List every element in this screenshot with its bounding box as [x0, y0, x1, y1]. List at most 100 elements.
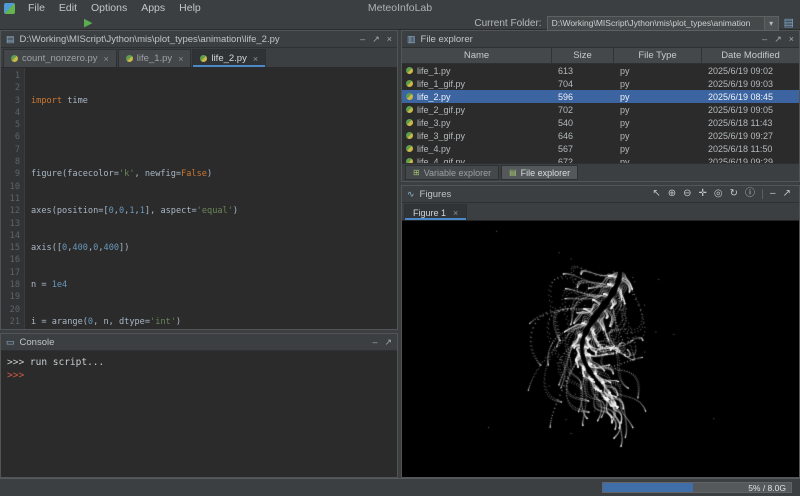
- tab-label: Variable explorer: [424, 168, 491, 178]
- file-explorer-panel: ▥ File explorer – ↗ × Name Size File Typ…: [401, 30, 800, 182]
- toolbar: ▶ Current Folder: D:\Working\MIScript\Jy…: [0, 16, 800, 30]
- table-row[interactable]: life_2.py 596 py 2025/6/19 08:45: [402, 90, 799, 103]
- console-prompt[interactable]: >>>: [7, 369, 391, 382]
- zoom-out-icon[interactable]: ⊖: [683, 189, 691, 199]
- editor-panel: ▤ D:\Working\MIScript\Jython\mis\plot_ty…: [0, 30, 398, 330]
- console-output[interactable]: >>> run script... >>>: [1, 351, 397, 477]
- editor-file-path: D:\Working\MIScript\Jython\mis\plot_type…: [20, 34, 356, 45]
- select-tool-icon[interactable]: ↖: [652, 189, 660, 199]
- code-line: import time: [31, 95, 397, 107]
- header: File Edit Options Apps Help MeteoInfoLab…: [0, 0, 800, 30]
- column-header-size[interactable]: Size: [552, 48, 614, 63]
- python-file-icon: [200, 55, 207, 62]
- close-tab-icon[interactable]: ×: [453, 208, 458, 218]
- file-type: py: [614, 79, 702, 89]
- python-file-icon: [406, 132, 413, 139]
- file-type: py: [614, 118, 702, 128]
- zoom-in-icon[interactable]: ⊕: [668, 189, 676, 199]
- identify-icon[interactable]: ⓘ: [745, 189, 755, 199]
- editor-tab-bar: count_nonzero.py × life_1.py × life_2.py…: [1, 48, 397, 68]
- table-row[interactable]: life_3.py 540 py 2025/6/18 11:43: [402, 116, 799, 129]
- current-folder-group: Current Folder: D:\Working\MIScript\Jyth…: [474, 16, 800, 31]
- menu-file[interactable]: File: [21, 2, 52, 14]
- file-modified: 2025/6/19 09:27: [702, 131, 799, 141]
- file-explorer-icon: ▥: [407, 35, 416, 44]
- current-folder-combobox[interactable]: D:\Working\MIScript\Jython\mis\plot_type…: [547, 16, 779, 31]
- explorer-bottom-tabs: ⊞ Variable explorer ▤ File explorer: [402, 163, 799, 181]
- current-folder-label: Current Folder:: [474, 18, 541, 29]
- float-icon[interactable]: ↗: [774, 35, 782, 44]
- figures-icon: ∿: [407, 190, 415, 199]
- table-row[interactable]: life_3_gif.py 646 py 2025/6/19 09:27: [402, 129, 799, 142]
- close-tab-icon[interactable]: ×: [104, 54, 109, 64]
- code-editor[interactable]: 123456789101112131415161718192021 import…: [1, 68, 397, 329]
- close-tab-icon[interactable]: ×: [253, 54, 258, 64]
- python-file-icon: [11, 55, 18, 62]
- python-file-icon: [126, 55, 133, 62]
- browse-folder-icon[interactable]: ▤: [784, 18, 794, 29]
- column-header-name[interactable]: Name: [402, 48, 552, 63]
- file-name: life_2_gif.py: [417, 105, 465, 115]
- file-name: life_4.py: [417, 144, 451, 154]
- figures-title-bar: ∿ Figures ↖ ⊕ ⊖ ✛ ◎ ↻ ⓘ – ↗: [402, 186, 799, 203]
- menu-help[interactable]: Help: [172, 2, 208, 14]
- file-modified: 2025/6/18 11:50: [702, 144, 799, 154]
- table-row[interactable]: life_4.py 567 py 2025/6/18 11:50: [402, 142, 799, 155]
- close-icon[interactable]: ×: [789, 35, 794, 44]
- file-type: py: [614, 105, 702, 115]
- code-area[interactable]: import time figure(facecolor='k', newfig…: [25, 68, 397, 329]
- minimize-icon[interactable]: –: [762, 35, 767, 44]
- file-size: 567: [552, 144, 614, 154]
- minimize-icon[interactable]: –: [372, 338, 377, 347]
- memory-usage-bar: 5% / 8.0G: [602, 482, 792, 493]
- meteoinfolab-window: File Edit Options Apps Help MeteoInfoLab…: [0, 0, 800, 496]
- menu-apps[interactable]: Apps: [134, 2, 172, 14]
- minimize-icon[interactable]: –: [770, 189, 776, 199]
- float-icon[interactable]: ↗: [372, 35, 380, 44]
- code-line: figure(facecolor='k', newfig=False): [31, 168, 397, 180]
- editor-tab-life-2[interactable]: life_2.py ×: [192, 49, 266, 67]
- menu-edit[interactable]: Edit: [52, 2, 84, 14]
- file-type: py: [614, 92, 702, 102]
- left-column: ▤ D:\Working\MIScript\Jython\mis\plot_ty…: [0, 30, 398, 478]
- figure-area: [402, 221, 799, 477]
- table-row[interactable]: life_4_gif.py 672 py 2025/6/19 09:29: [402, 155, 799, 163]
- file-size: 646: [552, 131, 614, 141]
- file-name: life_3.py: [417, 118, 451, 128]
- file-size: 704: [552, 79, 614, 89]
- table-row[interactable]: life_2_gif.py 702 py 2025/6/19 09:05: [402, 103, 799, 116]
- file-type: py: [614, 144, 702, 154]
- editor-tab-life-1[interactable]: life_1.py ×: [118, 49, 192, 67]
- column-header-date-modified[interactable]: Date Modified: [702, 48, 799, 63]
- python-file-icon: [406, 80, 413, 87]
- close-icon[interactable]: ×: [387, 35, 392, 44]
- run-script-button[interactable]: ▶: [84, 18, 92, 29]
- code-line: n = 1e4: [31, 279, 397, 291]
- close-tab-icon[interactable]: ×: [178, 54, 183, 64]
- editor-tab-count-nonzero[interactable]: count_nonzero.py ×: [3, 49, 117, 67]
- minimize-icon[interactable]: –: [360, 35, 365, 44]
- file-type: py: [614, 66, 702, 76]
- menu-options[interactable]: Options: [84, 2, 134, 14]
- tab-label: life_2.py: [211, 53, 246, 64]
- float-icon[interactable]: ↗: [783, 189, 791, 199]
- pan-icon[interactable]: ✛: [699, 189, 707, 199]
- table-row[interactable]: life_1.py 613 py 2025/6/19 09:02: [402, 64, 799, 77]
- chevron-down-icon[interactable]: ▾: [764, 17, 778, 30]
- editor-title-bar: ▤ D:\Working\MIScript\Jython\mis\plot_ty…: [1, 31, 397, 48]
- current-folder-value: D:\Working\MIScript\Jython\mis\plot_type…: [548, 18, 764, 28]
- table-row[interactable]: life_1_gif.py 704 py 2025/6/19 09:03: [402, 77, 799, 90]
- full-extent-icon[interactable]: ◎: [714, 189, 723, 199]
- figure-canvas[interactable]: [402, 221, 799, 476]
- python-file-icon: [406, 145, 413, 152]
- tab-file-explorer[interactable]: ▤ File explorer: [501, 165, 578, 180]
- tab-variable-explorer[interactable]: ⊞ Variable explorer: [405, 165, 499, 180]
- column-header-file-type[interactable]: File Type: [614, 48, 702, 63]
- tab-label: Figure 1: [413, 208, 446, 218]
- figures-panel: ∿ Figures ↖ ⊕ ⊖ ✛ ◎ ↻ ⓘ – ↗: [401, 185, 800, 478]
- file-size: 596: [552, 92, 614, 102]
- tab-figure-1[interactable]: Figure 1 ×: [404, 204, 467, 220]
- rotate-icon[interactable]: ↻: [730, 189, 738, 199]
- code-line: axes(position=[0,0,1,1], aspect='equal'): [31, 205, 397, 217]
- float-icon[interactable]: ↗: [384, 338, 392, 347]
